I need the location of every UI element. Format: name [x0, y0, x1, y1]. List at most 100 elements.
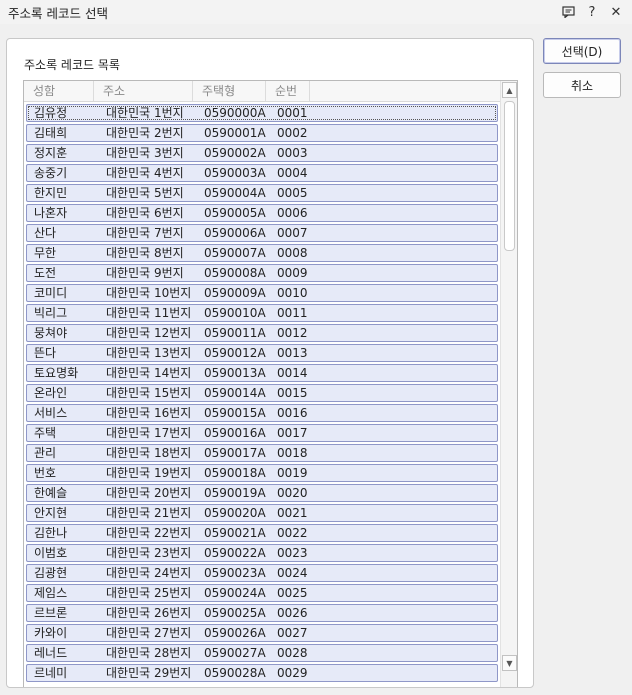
vertical-scrollbar[interactable]: ▲ ▼ — [500, 81, 517, 687]
row-seq-cell: 0016 — [277, 406, 308, 420]
row-seq-cell: 0022 — [277, 526, 308, 540]
record-list[interactable]: 성함 주소 주택형 순번 김유정 대한민국 1번지 0590000A 0001 김태희 대… — [23, 80, 518, 687]
row-type-cell: 0590021A — [204, 526, 266, 540]
row-address-cell: 대한민국 22번지 — [106, 526, 192, 540]
row-seq-cell: 0004 — [277, 166, 308, 180]
table-row[interactable]: 관리 대한민국 18번지 0590017A 0018 — [26, 444, 498, 462]
row-type-cell: 0590000A — [204, 106, 266, 120]
table-row[interactable]: 코미디 대한민국 10번지 0590009A 0010 — [26, 284, 498, 302]
table-row[interactable]: 르네미 대한민국 29번지 0590028A 0029 — [26, 664, 498, 682]
table-row[interactable]: 김태희 대한민국 2번지 0590001A 0002 — [26, 124, 498, 142]
list-rows: 김유정 대한민국 1번지 0590000A 0001 김태희 대한민국 2번지 059000… — [26, 104, 498, 684]
table-row[interactable]: 정지훈 대한민국 3번지 0590002A 0003 — [26, 144, 498, 162]
column-header-address[interactable]: 주소 — [94, 81, 193, 101]
table-row[interactable]: 번호 대한민국 19번지 0590018A 0019 — [26, 464, 498, 482]
row-type-cell: 0590024A — [204, 586, 266, 600]
table-row[interactable]: 르브론 대한민국 26번지 0590025A 0026 — [26, 604, 498, 622]
row-seq-cell: 0011 — [277, 306, 308, 320]
table-row[interactable]: 송중기 대한민국 4번지 0590003A 0004 — [26, 164, 498, 182]
row-name-cell: 제임스 — [34, 586, 68, 600]
table-row[interactable]: 도전 대한민국 9번지 0590008A 0009 — [26, 264, 498, 282]
scroll-up-icon[interactable]: ▲ — [502, 82, 517, 98]
row-seq-cell: 0005 — [277, 186, 308, 200]
row-address-cell: 대한민국 10번지 — [106, 286, 192, 300]
row-name-cell: 김한나 — [34, 526, 68, 540]
row-name-cell: 카와이 — [34, 626, 68, 640]
table-row[interactable]: 한예슬 대한민국 20번지 0590019A 0020 — [26, 484, 498, 502]
panel-title: 주소록 레코드 목록 — [24, 58, 120, 72]
row-address-cell: 대한민국 5번지 — [106, 186, 184, 200]
table-row[interactable]: 무한 대한민국 8번지 0590007A 0008 — [26, 244, 498, 262]
row-address-cell: 대한민국 18번지 — [106, 446, 192, 460]
row-type-cell: 0590015A — [204, 406, 266, 420]
table-row[interactable]: 이범호 대한민국 23번지 0590022A 0023 — [26, 544, 498, 562]
column-header-name[interactable]: 성함 — [24, 81, 94, 101]
table-row[interactable]: 온라인 대한민국 15번지 0590014A 0015 — [26, 384, 498, 402]
table-row[interactable]: 한지민 대한민국 5번지 0590004A 0005 — [26, 184, 498, 202]
row-type-cell: 0590020A — [204, 506, 266, 520]
scroll-thumb[interactable] — [504, 101, 515, 251]
table-row[interactable]: 카와이 대한민국 27번지 0590026A 0027 — [26, 624, 498, 642]
row-address-cell: 대한민국 20번지 — [106, 486, 192, 500]
row-seq-cell: 0014 — [277, 366, 308, 380]
row-type-cell: 0590010A — [204, 306, 266, 320]
row-seq-cell: 0019 — [277, 466, 308, 480]
row-type-cell: 0590019A — [204, 486, 266, 500]
window-title: 주소록 레코드 선택 — [8, 6, 108, 21]
help-icon[interactable]: ? — [582, 2, 602, 22]
table-row[interactable]: 나혼자 대한민국 6번지 0590005A 0006 — [26, 204, 498, 222]
row-name-cell: 서비스 — [34, 406, 68, 420]
row-seq-cell: 0027 — [277, 626, 308, 640]
table-row[interactable]: 산다 대한민국 7번지 0590006A 0007 — [26, 224, 498, 242]
table-row[interactable]: 제임스 대한민국 25번지 0590024A 0025 — [26, 584, 498, 602]
row-type-cell: 0590014A — [204, 386, 266, 400]
row-type-cell: 0590025A — [204, 606, 266, 620]
row-name-cell: 르브론 — [34, 606, 68, 620]
list-header: 성함 주소 주택형 순번 — [24, 81, 500, 102]
column-header-seq[interactable]: 순번 — [266, 81, 310, 101]
row-seq-cell: 0017 — [277, 426, 308, 440]
table-row[interactable]: 레너드 대한민국 28번지 0590027A 0028 — [26, 644, 498, 662]
scroll-down-icon[interactable]: ▼ — [502, 655, 517, 671]
row-address-cell: 대한민국 29번지 — [106, 666, 192, 680]
table-row[interactable]: 서비스 대한민국 16번지 0590015A 0016 — [26, 404, 498, 422]
row-seq-cell: 0003 — [277, 146, 308, 160]
row-type-cell: 0590016A — [204, 426, 266, 440]
table-row[interactable]: 김한나 대한민국 22번지 0590021A 0022 — [26, 524, 498, 542]
row-type-cell: 0590001A — [204, 126, 266, 140]
row-name-cell: 무한 — [34, 246, 57, 260]
row-seq-cell: 0023 — [277, 546, 308, 560]
row-seq-cell: 0013 — [277, 346, 308, 360]
row-seq-cell: 0007 — [277, 226, 308, 240]
row-seq-cell: 0006 — [277, 206, 308, 220]
row-address-cell: 대한민국 24번지 — [106, 566, 192, 580]
table-row[interactable]: 빅리그 대한민국 11번지 0590010A 0011 — [26, 304, 498, 322]
table-row[interactable]: 토요명화 대한민국 14번지 0590013A 0014 — [26, 364, 498, 382]
row-name-cell: 주택 — [34, 426, 57, 440]
row-type-cell: 0590007A — [204, 246, 266, 260]
table-row[interactable]: 뭉쳐야 대한민국 12번지 0590011A 0012 — [26, 324, 498, 342]
row-address-cell: 대한민국 9번지 — [106, 266, 184, 280]
table-row[interactable]: 뜬다 대한민국 13번지 0590012A 0013 — [26, 344, 498, 362]
row-name-cell: 한예슬 — [34, 486, 68, 500]
cancel-button[interactable]: 취소 — [543, 72, 621, 98]
row-seq-cell: 0018 — [277, 446, 308, 460]
row-address-cell: 대한민국 1번지 — [106, 106, 184, 120]
close-icon[interactable]: ✕ — [606, 2, 626, 22]
comment-icon[interactable] — [558, 2, 578, 22]
row-address-cell: 대한민국 4번지 — [106, 166, 184, 180]
row-name-cell: 이범호 — [34, 546, 68, 560]
row-type-cell: 0590009A — [204, 286, 266, 300]
row-type-cell: 0590027A — [204, 646, 266, 660]
row-address-cell: 대한민국 11번지 — [106, 306, 192, 320]
column-header-type[interactable]: 주택형 — [193, 81, 266, 101]
table-row[interactable]: 김광현 대한민국 24번지 0590023A 0024 — [26, 564, 498, 582]
row-type-cell: 0590026A — [204, 626, 266, 640]
table-row[interactable]: 안지현 대한민국 21번지 0590020A 0021 — [26, 504, 498, 522]
select-button[interactable]: 선택(D) — [543, 38, 621, 64]
row-seq-cell: 0002 — [277, 126, 308, 140]
row-address-cell: 대한민국 23번지 — [106, 546, 192, 560]
row-type-cell: 0590017A — [204, 446, 266, 460]
table-row[interactable]: 김유정 대한민국 1번지 0590000A 0001 — [26, 104, 498, 122]
table-row[interactable]: 주택 대한민국 17번지 0590016A 0017 — [26, 424, 498, 442]
